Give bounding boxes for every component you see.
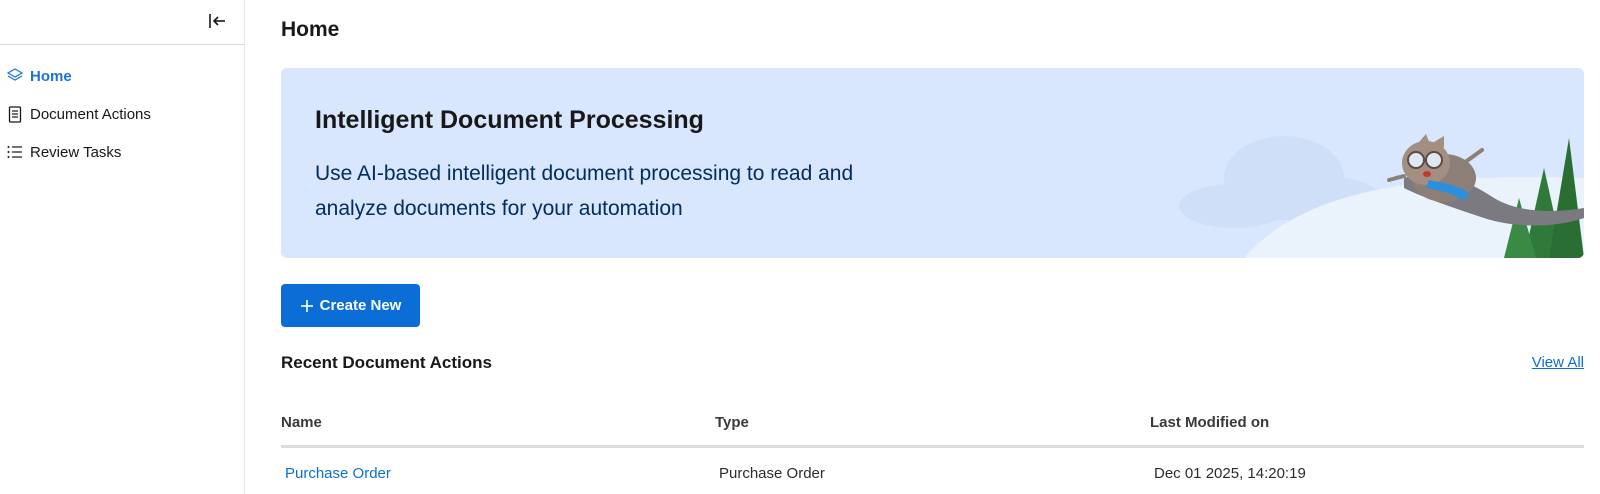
recent-actions-table: Name Type Last Modified on Purchase Orde… — [281, 400, 1584, 494]
recent-actions-title: Recent Document Actions — [281, 353, 492, 372]
plus-icon — [300, 299, 314, 313]
sidebar: Home Document Actions Review Tasks — [0, 0, 245, 494]
sidebar-item-document-actions[interactable]: Document Actions — [0, 95, 244, 133]
column-header-name[interactable]: Name — [281, 414, 715, 431]
create-new-label: Create New — [319, 297, 402, 314]
last-modified: Dec 01 2025, 14:20:19 — [1154, 464, 1306, 482]
list-icon — [6, 143, 24, 161]
sidebar-item-label: Home — [30, 67, 72, 85]
document-name-link[interactable]: Purchase Order — [281, 465, 715, 482]
sidebar-item-review-tasks[interactable]: Review Tasks — [0, 133, 244, 171]
document-icon — [6, 105, 24, 123]
document-type: Purchase Order — [719, 464, 825, 482]
banner-title: Intelligent Document Processing — [315, 106, 704, 134]
sidebar-header — [0, 0, 244, 45]
view-all-link[interactable]: View All — [1532, 354, 1584, 371]
collapse-left-icon — [209, 14, 225, 28]
hero-banner: Intelligent Document Processing Use AI-b… — [281, 68, 1584, 258]
mascot-illustration-icon — [1179, 134, 1584, 258]
sidebar-nav: Home Document Actions Review Tasks — [0, 45, 244, 171]
page-title: Home — [281, 18, 340, 41]
layers-icon — [6, 67, 24, 85]
create-new-button[interactable]: Create New — [281, 284, 420, 327]
sidebar-item-label: Review Tasks — [30, 143, 122, 161]
table-row: Purchase Order Purchase Order Dec 01 202… — [281, 448, 1584, 494]
column-header-type[interactable]: Type — [715, 414, 1150, 431]
sidebar-item-label: Document Actions — [30, 105, 151, 123]
column-header-last-modified[interactable]: Last Modified on — [1150, 414, 1584, 431]
table-header: Name Type Last Modified on — [281, 400, 1584, 448]
banner-description: Use AI-based intelligent document proces… — [315, 162, 854, 220]
sidebar-item-home[interactable]: Home — [0, 57, 244, 95]
collapse-sidebar-button[interactable] — [203, 8, 231, 34]
